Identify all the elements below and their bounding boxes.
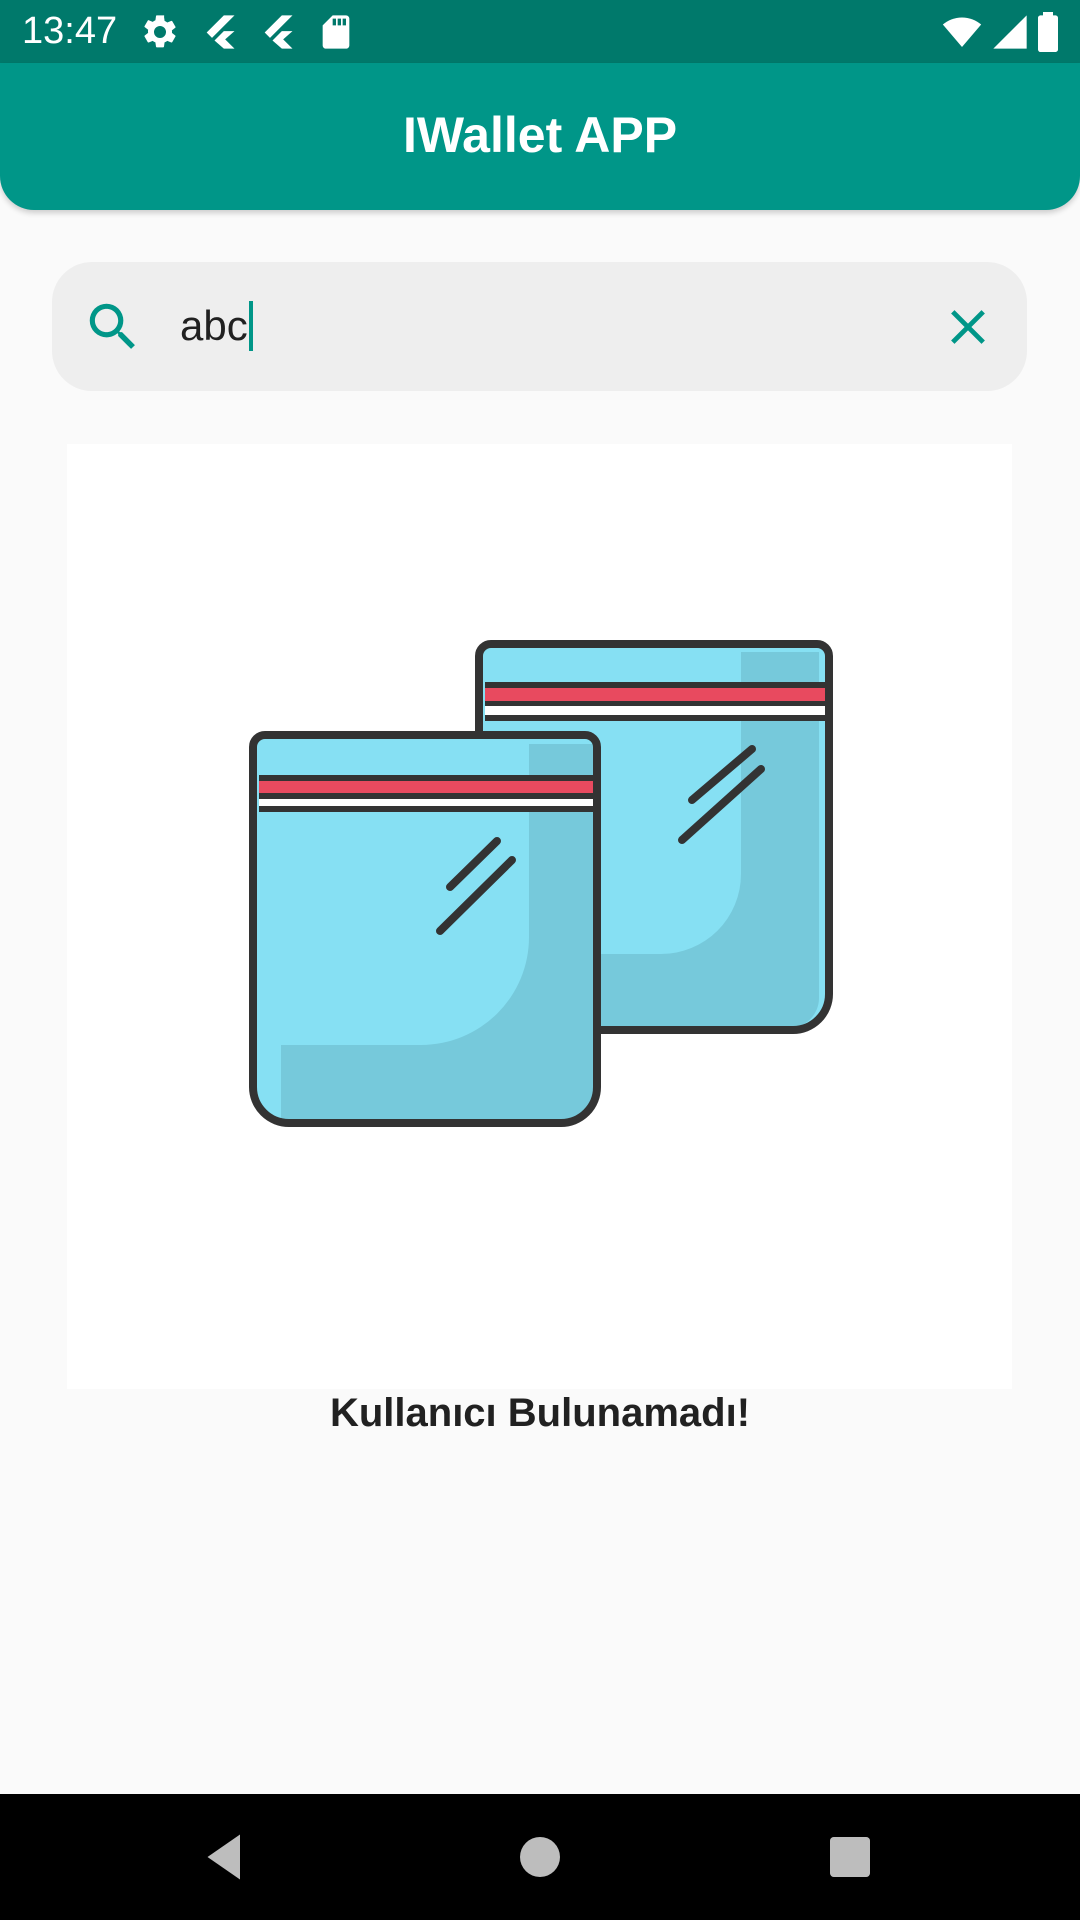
front-bag-icon bbox=[249, 731, 601, 1127]
home-icon[interactable] bbox=[510, 1827, 570, 1887]
wifi-icon bbox=[942, 17, 982, 47]
search-text[interactable]: abc bbox=[180, 298, 253, 354]
signal-icon bbox=[993, 15, 1027, 49]
app-title: IWallet APP bbox=[402, 107, 678, 163]
battery-icon bbox=[1038, 12, 1058, 52]
close-icon[interactable] bbox=[939, 298, 997, 356]
app-screen: 13:47 IWallet APP abc Kullanıcı Bulunama… bbox=[0, 0, 1080, 1920]
sd-card-icon bbox=[322, 15, 350, 49]
settings-icon bbox=[144, 15, 176, 48]
navigation-bar bbox=[0, 1794, 1080, 1920]
empty-bags-illustration bbox=[249, 640, 833, 1127]
flutter-icon bbox=[206, 15, 235, 49]
empty-state-card bbox=[67, 444, 1012, 1389]
back-icon[interactable] bbox=[195, 1827, 255, 1887]
search-icon bbox=[89, 303, 135, 349]
empty-state-message: Kullanıcı Bulunamadı! bbox=[329, 1391, 751, 1435]
flutter-icon-2 bbox=[264, 15, 293, 49]
search-value[interactable]: abc bbox=[180, 298, 248, 354]
recents-icon[interactable] bbox=[820, 1827, 880, 1887]
status-time: 13:47 bbox=[22, 10, 118, 52]
app-bar: IWallet APP bbox=[0, 63, 1080, 210]
status-bar: 13:47 bbox=[0, 0, 1080, 63]
text-caret bbox=[248, 301, 253, 351]
search-input[interactable]: abc bbox=[52, 262, 1027, 391]
